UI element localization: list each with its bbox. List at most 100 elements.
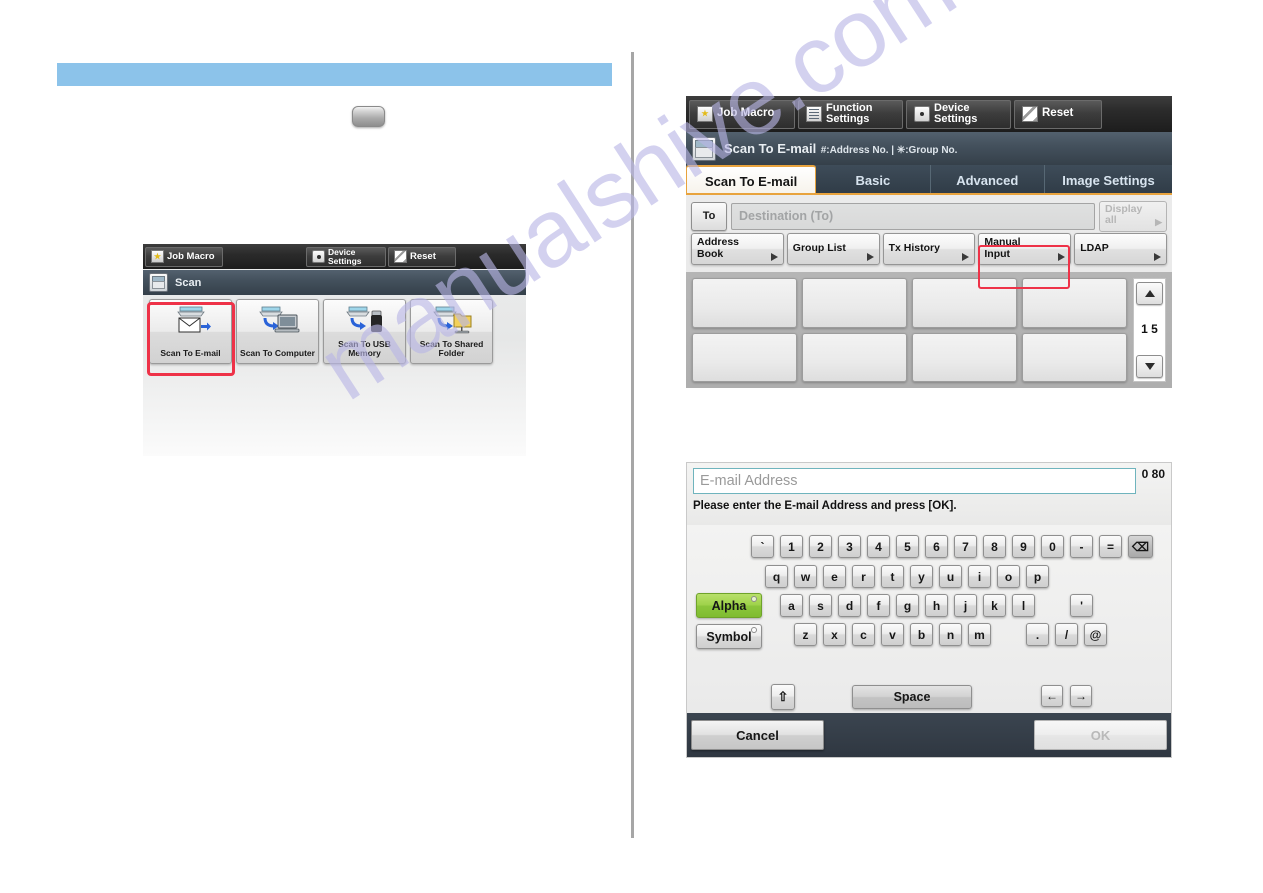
chevron-right-icon (962, 253, 970, 261)
key-4[interactable]: 4 (867, 535, 890, 558)
cancel-button[interactable]: Cancel (691, 720, 824, 750)
email-address-input[interactable]: E-mail Address (693, 468, 1136, 494)
page-down-button[interactable] (1136, 354, 1163, 378)
key-q[interactable]: q (765, 565, 788, 588)
key-u[interactable]: u (939, 565, 962, 588)
backspace-icon[interactable]: ⌫ (1128, 535, 1153, 558)
key-label: 5 (904, 539, 911, 554)
manual-input-highlight-box (978, 245, 1070, 289)
destination-input[interactable]: Destination (To) (731, 202, 1095, 230)
toolbar-button-label: Device Settings (934, 102, 977, 126)
key-label: p (1033, 569, 1042, 584)
key-l[interactable]: l (1012, 594, 1035, 617)
key-f[interactable]: f (867, 594, 890, 617)
key-y[interactable]: y (910, 565, 933, 588)
scanner-icon (149, 273, 168, 292)
key-0[interactable]: 0 (1041, 535, 1064, 558)
space-key[interactable]: Space (852, 685, 972, 709)
key-label: . (1035, 627, 1040, 642)
address-cell[interactable] (692, 278, 797, 328)
tile-label-line2: Folder (438, 348, 465, 359)
key-b[interactable]: b (910, 623, 933, 646)
address-cell[interactable] (1022, 332, 1127, 382)
key-8[interactable]: 8 (983, 535, 1006, 558)
key-minus[interactable]: - (1070, 535, 1093, 558)
tile-label-line1: Scan To USB (338, 338, 391, 349)
tab-advanced[interactable]: Advanced (930, 165, 1045, 195)
tx-history-button[interactable]: Tx History (882, 233, 976, 265)
key-w[interactable]: w (794, 565, 817, 588)
shift-icon[interactable]: ⇧ (771, 684, 795, 710)
tab-image-settings[interactable]: Image Settings (1044, 165, 1172, 195)
key-j[interactable]: j (954, 594, 977, 617)
key-p[interactable]: p (1026, 565, 1049, 588)
address-cell[interactable] (802, 332, 907, 382)
keyboard-footer: Cancel OK (687, 713, 1171, 757)
page-up-button[interactable] (1136, 282, 1163, 305)
key-equals[interactable]: = (1099, 535, 1122, 558)
key-label: u (946, 569, 955, 584)
key-k[interactable]: k (983, 594, 1006, 617)
key-r[interactable]: r (852, 565, 875, 588)
hardware-button-graphic (352, 106, 385, 127)
key-c[interactable]: c (852, 623, 875, 646)
email-keyboard-screenshot: E-mail Address 0 80 Please enter the E-m… (686, 462, 1172, 758)
toolbar-reset-button[interactable]: Reset (388, 246, 456, 267)
key-2[interactable]: 2 (809, 535, 832, 558)
key-7[interactable]: 7 (954, 535, 977, 558)
key-slash[interactable]: / (1055, 623, 1078, 646)
key-x[interactable]: x (823, 623, 846, 646)
key-apostrophe[interactable]: ' (1070, 594, 1093, 617)
to-button[interactable]: To (691, 201, 727, 231)
address-cell[interactable] (692, 332, 797, 382)
key-t[interactable]: t (881, 565, 904, 588)
key-3[interactable]: 3 (838, 535, 861, 558)
tile-scan-to-shared-folder[interactable]: Scan To Shared Folder (410, 299, 493, 364)
key-s[interactable]: s (809, 594, 832, 617)
toolbar-device-settings-button[interactable]: Device Settings (906, 99, 1011, 129)
toolbar-job-macro-button[interactable]: Job Macro (689, 99, 795, 129)
key-m[interactable]: m (968, 623, 991, 646)
key-d[interactable]: d (838, 594, 861, 617)
address-book-button[interactable]: Address Book (691, 233, 784, 265)
key-o[interactable]: o (997, 565, 1020, 588)
symbol-mode-button[interactable]: Symbol (696, 624, 762, 649)
arrow-left-icon[interactable]: ← (1041, 685, 1063, 707)
display-all-button[interactable]: Display all ▶ (1099, 200, 1167, 232)
toolbar-job-macro-button[interactable]: Job Macro (145, 246, 223, 267)
address-cell[interactable] (912, 332, 1017, 382)
key-a[interactable]: a (780, 594, 803, 617)
tab-scan-to-email[interactable]: Scan To E-mail (686, 165, 817, 195)
key-n[interactable]: n (939, 623, 962, 646)
key-1[interactable]: 1 (780, 535, 803, 558)
key-z[interactable]: z (794, 623, 817, 646)
alpha-mode-button[interactable]: Alpha (696, 593, 762, 618)
key-e[interactable]: e (823, 565, 846, 588)
key-backtick[interactable]: ` (751, 535, 774, 558)
tab-basic[interactable]: Basic (816, 165, 931, 195)
ok-button[interactable]: OK (1034, 720, 1167, 750)
toolbar-reset-button[interactable]: Reset (1014, 99, 1102, 129)
tile-label-line1: Scan To Computer (240, 348, 315, 359)
key-5[interactable]: 5 (896, 535, 919, 558)
arrow-right-icon[interactable]: → (1070, 685, 1092, 707)
tile-scan-to-computer[interactable]: Scan To Computer (236, 299, 319, 364)
ldap-button[interactable]: LDAP (1074, 233, 1167, 265)
key-at-sign[interactable]: @ (1084, 623, 1107, 646)
key-6[interactable]: 6 (925, 535, 948, 558)
key-h[interactable]: h (925, 594, 948, 617)
tile-scan-to-usb-memory[interactable]: Scan To USB Memory (323, 299, 406, 364)
destination-placeholder: Destination (To) (739, 209, 834, 223)
key-9[interactable]: 9 (1012, 535, 1035, 558)
toolbar-device-settings-button[interactable]: Device Settings (306, 246, 386, 267)
key-label: h (932, 598, 941, 613)
ok-label: OK (1090, 727, 1111, 743)
toolbar-function-settings-button[interactable]: Function Settings (798, 99, 903, 129)
group-list-button[interactable]: Group List (786, 233, 880, 265)
device-icon (312, 250, 325, 263)
key-period[interactable]: . (1026, 623, 1049, 646)
address-cell[interactable] (802, 278, 907, 328)
key-v[interactable]: v (881, 623, 904, 646)
key-g[interactable]: g (896, 594, 919, 617)
key-i[interactable]: i (968, 565, 991, 588)
